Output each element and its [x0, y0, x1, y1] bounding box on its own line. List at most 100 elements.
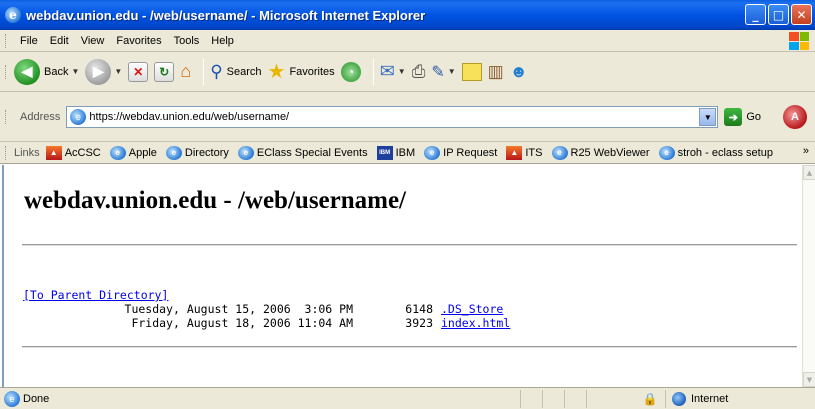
- links-bar: Links ▲ AcCSC e Apple e Directory e ECla…: [0, 142, 815, 164]
- menu-tools[interactable]: Tools: [168, 35, 206, 47]
- page-title: webdav.union.edu - /web/username/: [24, 187, 407, 214]
- mail-dropdown-icon[interactable]: ▼: [398, 67, 406, 76]
- ie-page-icon: e: [237, 145, 254, 160]
- search-icon: ⚲: [210, 61, 223, 81]
- menu-view[interactable]: View: [75, 35, 111, 47]
- favorites-label: Favorites: [289, 65, 335, 78]
- minimize-button[interactable]: _: [745, 4, 766, 25]
- refresh-icon: ↻: [154, 61, 175, 82]
- link-label: IBM: [395, 146, 416, 159]
- forward-dropdown-icon[interactable]: ▼: [114, 67, 122, 76]
- file-link[interactable]: .DS_Store: [441, 302, 503, 316]
- menu-edit[interactable]: Edit: [44, 35, 75, 47]
- status-cell: [564, 389, 586, 408]
- link-directory[interactable]: e Directory: [165, 145, 229, 160]
- pdf-icon[interactable]: A: [783, 105, 807, 129]
- toolbar-grip[interactable]: [5, 64, 8, 79]
- scroll-up-icon[interactable]: ▲: [803, 165, 815, 180]
- favorites-button[interactable]: ★ Favorites: [268, 59, 335, 84]
- link-r25-webviewer[interactable]: e R25 WebViewer: [551, 145, 650, 160]
- history-button[interactable]: ◔: [340, 61, 361, 82]
- lock-icon[interactable]: 🔒: [643, 392, 658, 406]
- status-text: Done: [23, 392, 50, 405]
- parent-directory-link[interactable]: [To Parent Directory]: [23, 288, 168, 302]
- go-label: Go: [746, 111, 762, 123]
- search-button[interactable]: ⚲ Search: [210, 62, 261, 82]
- file-date: Tuesday, August 15, 2006 3:06 PM: [124, 302, 353, 316]
- menu-file[interactable]: File: [14, 35, 44, 47]
- chevron-right-icon[interactable]: »: [803, 145, 809, 157]
- link-ibm[interactable]: IBM IBM: [376, 145, 416, 160]
- address-input[interactable]: e https://webdav.union.edu/web/username/…: [66, 106, 719, 128]
- security-zone[interactable]: Internet: [665, 389, 815, 408]
- link-label: Apple: [128, 146, 157, 159]
- links-grip[interactable]: [5, 145, 8, 160]
- messenger-icon: ☻: [509, 61, 528, 81]
- address-url[interactable]: https://webdav.union.edu/web/username/: [89, 111, 699, 123]
- address-dropdown-icon[interactable]: ▼: [699, 108, 717, 126]
- link-stroh-eclass-setup[interactable]: e stroh - eclass setup: [658, 145, 773, 160]
- discuss-button[interactable]: [461, 62, 482, 81]
- stop-button[interactable]: ✕: [128, 61, 149, 82]
- link-label: AcCSC: [64, 146, 101, 159]
- ibm-icon: IBM: [376, 145, 393, 160]
- link-label: ITS: [525, 146, 543, 159]
- link-label: IP Request: [443, 146, 498, 159]
- back-button[interactable]: ◀ Back ▼: [14, 58, 79, 85]
- back-arrow-icon: ◀: [14, 58, 40, 85]
- ie-page-icon: e: [658, 145, 675, 160]
- maximize-button[interactable]: □: [768, 4, 789, 25]
- refresh-button[interactable]: ↻: [154, 61, 175, 82]
- scroll-down-icon[interactable]: ▼: [803, 372, 815, 387]
- zone-label: Internet: [691, 392, 729, 405]
- menu-bar: File Edit View Favorites Tools Help: [0, 30, 815, 52]
- link-label: R25 WebViewer: [570, 146, 650, 159]
- edit-icon: ✎: [431, 63, 445, 81]
- file-link[interactable]: index.html: [441, 316, 510, 330]
- vertical-scrollbar[interactable]: ▲ ▼: [802, 165, 815, 387]
- link-label: EClass Special Events: [256, 146, 368, 159]
- list-item: Friday, August 18, 2006 11:04 AM 3923 inde…: [23, 316, 510, 330]
- forward-button[interactable]: ▶ ▼: [85, 58, 122, 85]
- menu-grip[interactable]: [5, 33, 8, 48]
- menu-help[interactable]: Help: [205, 35, 240, 47]
- standard-toolbar: ◀ Back ▼ ▶ ▼ ✕ ↻ ⌂ ⚲ Search ★ Favorites …: [0, 52, 815, 92]
- menu-favorites[interactable]: Favorites: [110, 35, 167, 47]
- status-cell: [586, 389, 608, 408]
- link-its[interactable]: ▲ ITS: [506, 145, 543, 160]
- link-eclass-special-events[interactable]: e EClass Special Events: [237, 145, 368, 160]
- link-label: Directory: [184, 146, 229, 159]
- messenger-button[interactable]: ☻: [510, 62, 528, 82]
- stop-icon: ✕: [128, 61, 149, 82]
- search-label: Search: [226, 65, 262, 78]
- link-label: stroh - eclass setup: [677, 146, 773, 159]
- home-button[interactable]: ⌂: [180, 61, 191, 82]
- union-icon: ▲: [506, 145, 523, 160]
- windows-logo-icon: [789, 32, 809, 50]
- link-accsc[interactable]: ▲ AcCSC: [45, 145, 101, 160]
- address-grip[interactable]: [5, 110, 8, 124]
- directory-listing: [To Parent Directory] Tuesday, August 15…: [23, 288, 510, 330]
- mail-icon: ✉: [379, 61, 395, 81]
- file-date: Friday, August 18, 2006 11:04 AM: [131, 316, 353, 330]
- divider: [22, 346, 797, 348]
- link-apple[interactable]: e Apple: [109, 145, 157, 160]
- edit-button[interactable]: ✎ ▼: [431, 62, 455, 82]
- ie-page-icon: e: [551, 145, 568, 160]
- page-done-icon: e: [4, 390, 20, 407]
- divider: [22, 244, 797, 246]
- window-title: webdav.union.edu - /web/username/ - Micr…: [26, 7, 426, 23]
- edit-dropdown-icon[interactable]: ▼: [448, 67, 456, 76]
- research-button[interactable]: ▥: [488, 62, 504, 82]
- ie-logo-icon: e: [5, 7, 21, 23]
- toolbar-separator: [203, 58, 205, 85]
- back-dropdown-icon[interactable]: ▼: [71, 67, 79, 76]
- print-button[interactable]: ⎙: [412, 62, 426, 82]
- go-button[interactable]: ➔ Go: [724, 108, 761, 126]
- mail-button[interactable]: ✉ ▼: [380, 61, 406, 82]
- list-item: Tuesday, August 15, 2006 3:06 PM 6148 .DS_…: [23, 302, 510, 316]
- close-button[interactable]: ✕: [791, 4, 812, 25]
- title-bar[interactable]: e webdav.union.edu - /web/username/ - Mi…: [0, 0, 815, 30]
- link-ip-request[interactable]: e IP Request: [424, 145, 498, 160]
- page-content: webdav.union.edu - /web/username/ [To Pa…: [2, 165, 802, 387]
